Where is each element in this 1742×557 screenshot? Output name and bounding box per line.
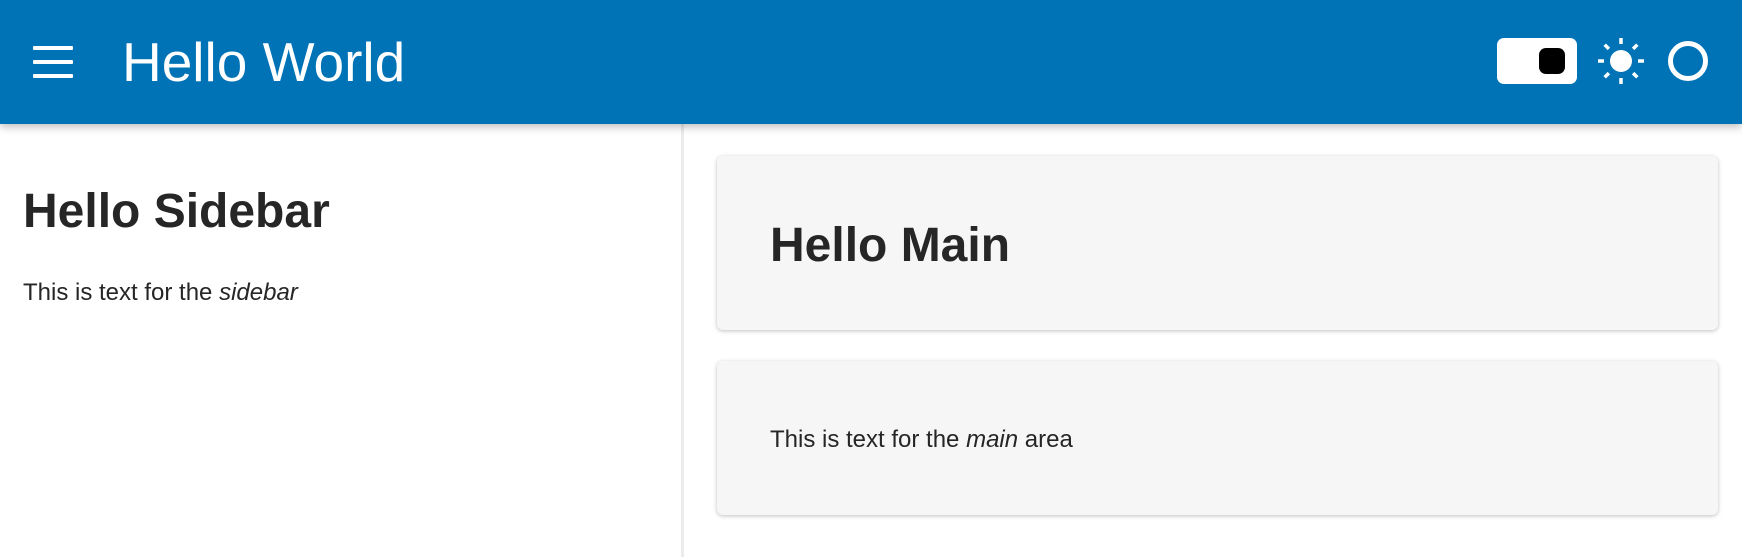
main-text-prefix: This is text for the (770, 426, 967, 453)
main-text-emphasis: main (966, 426, 1019, 453)
sidebar-text: This is text for the sidebar (23, 277, 298, 309)
app-title: Hello World (122, 31, 406, 93)
sidebar: Hello Sidebar This is text for the sideb… (0, 124, 684, 557)
sidebar-heading: Hello Sidebar (23, 185, 330, 238)
circle-icon (1668, 41, 1708, 81)
main-text-card: This is text for the main area (717, 361, 1718, 515)
light-mode-button[interactable] (1596, 36, 1646, 86)
hamburger-menu-icon (33, 46, 73, 50)
hamburger-menu-icon-line (33, 74, 73, 78)
sidebar-text-emphasis: sidebar (219, 279, 298, 306)
sun-icon (1598, 38, 1644, 84)
main-heading-card: Hello Main (717, 156, 1718, 330)
toggle-knob (1539, 48, 1565, 74)
contrast-button[interactable] (1665, 38, 1711, 84)
app-bar: Hello World (0, 0, 1742, 124)
main-text: This is text for the main area (770, 424, 1073, 456)
theme-toggle[interactable] (1497, 38, 1577, 84)
main-heading: Hello Main (770, 219, 1011, 272)
hamburger-menu-icon-line (33, 60, 73, 64)
main-text-suffix: area (1018, 426, 1073, 453)
menu-button[interactable] (24, 36, 82, 88)
sidebar-text-prefix: This is text for the (23, 279, 220, 306)
